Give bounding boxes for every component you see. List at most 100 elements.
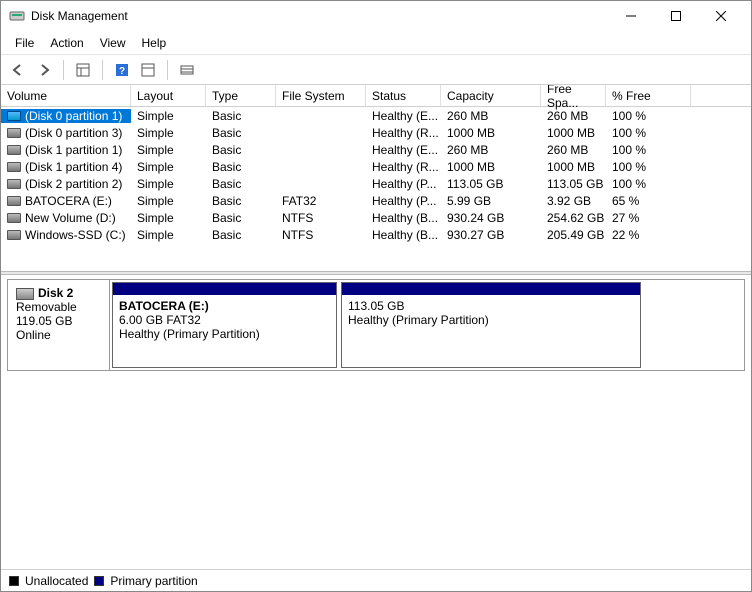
legend-primary: Primary partition	[110, 574, 197, 588]
volume-icon	[7, 145, 21, 155]
cell: 113.05 GB	[541, 177, 606, 191]
partition[interactable]: 113.05 GBHealthy (Primary Partition)	[341, 282, 641, 368]
cell: 22 %	[606, 228, 691, 242]
menu-view[interactable]: View	[92, 34, 134, 52]
cell: Windows-SSD (C:)	[1, 228, 131, 242]
cell: Simple	[131, 194, 206, 208]
volume-row[interactable]: (Disk 1 partition 1)SimpleBasicHealthy (…	[1, 141, 751, 158]
svg-text:?: ?	[119, 66, 125, 77]
cell: Simple	[131, 143, 206, 157]
cell: 260 MB	[541, 109, 606, 123]
cell: Basic	[206, 228, 276, 242]
volume-row[interactable]: Windows-SSD (C:)SimpleBasicNTFSHealthy (…	[1, 226, 751, 243]
cell: Simple	[131, 160, 206, 174]
col-capacity[interactable]: Capacity	[441, 85, 541, 106]
cell: Basic	[206, 177, 276, 191]
cell: Basic	[206, 211, 276, 225]
cell: (Disk 0 partition 3)	[1, 126, 131, 140]
volume-row[interactable]: (Disk 1 partition 4)SimpleBasic Healthy (…	[1, 158, 751, 175]
cell: Simple	[131, 228, 206, 242]
cell: (Disk 0 partition 1)	[1, 109, 131, 123]
col-layout[interactable]: Layout	[131, 85, 206, 106]
settings-button[interactable]	[137, 59, 159, 81]
cell: (Disk 1 partition 4)	[1, 160, 131, 174]
volume-icon	[7, 128, 21, 138]
cell: Healthy (R...	[366, 126, 441, 140]
partition[interactable]: BATOCERA (E:)6.00 GB FAT32Healthy (Prima…	[112, 282, 337, 368]
volume-icon	[7, 213, 21, 223]
maximize-button[interactable]	[653, 2, 698, 30]
cell: Simple	[131, 109, 206, 123]
volume-list[interactable]: Volume Layout Type File System Status Ca…	[1, 85, 751, 271]
disk-graphic-pane[interactable]: Disk 2 Removable 119.05 GB Online BATOCE…	[1, 275, 751, 383]
minimize-button[interactable]	[608, 2, 653, 30]
toolbar-sep	[102, 60, 103, 80]
cell: Healthy (P...	[366, 194, 441, 208]
cell: 1000 MB	[541, 160, 606, 174]
help-button[interactable]: ?	[111, 59, 133, 81]
partition-size: 6.00 GB FAT32	[119, 313, 330, 327]
forward-button[interactable]	[33, 59, 55, 81]
cell: 930.24 GB	[441, 211, 541, 225]
volume-row[interactable]: New Volume (D:)SimpleBasicNTFSHealthy (B…	[1, 209, 751, 226]
cell: Healthy (E...	[366, 143, 441, 157]
volume-row[interactable]: (Disk 0 partition 1)SimpleBasicHealthy (…	[1, 107, 751, 124]
cell: (Disk 1 partition 1)	[1, 143, 131, 157]
legend-swatch-primary	[94, 576, 104, 586]
disk-name: Disk 2	[38, 286, 73, 300]
cell: Healthy (B...	[366, 211, 441, 225]
volume-row[interactable]: BATOCERA (E:)SimpleBasicFAT32Healthy (P.…	[1, 192, 751, 209]
cell: 100 %	[606, 160, 691, 174]
cell: Basic	[206, 194, 276, 208]
cell: 205.49 GB	[541, 228, 606, 242]
cell: 254.62 GB	[541, 211, 606, 225]
cell: 1000 MB	[441, 160, 541, 174]
col-status[interactable]: Status	[366, 85, 441, 106]
cell: 260 MB	[541, 143, 606, 157]
cell: Basic	[206, 126, 276, 140]
cell: 3.92 GB	[541, 194, 606, 208]
cell: 100 %	[606, 177, 691, 191]
cell: Simple	[131, 177, 206, 191]
menu-action[interactable]: Action	[42, 34, 91, 52]
cell: 260 MB	[441, 109, 541, 123]
close-button[interactable]	[698, 2, 743, 30]
app-icon	[9, 8, 25, 24]
legend-unallocated: Unallocated	[25, 574, 88, 588]
cell: FAT32	[276, 194, 366, 208]
volume-row[interactable]: (Disk 0 partition 3)SimpleBasic Healthy (…	[1, 124, 751, 141]
disk-size: 119.05 GB	[16, 314, 101, 328]
menu-help[interactable]: Help	[134, 34, 175, 52]
disk-label[interactable]: Disk 2 Removable 119.05 GB Online	[8, 280, 110, 370]
cell: 260 MB	[441, 143, 541, 157]
disk-row[interactable]: Disk 2 Removable 119.05 GB Online BATOCE…	[7, 279, 745, 371]
cell: Simple	[131, 126, 206, 140]
col-free[interactable]: Free Spa...	[541, 85, 606, 106]
cell: (Disk 2 partition 2)	[1, 177, 131, 191]
volume-row[interactable]: (Disk 2 partition 2)SimpleBasic Healthy (…	[1, 175, 751, 192]
cell: Healthy (P...	[366, 177, 441, 191]
cell: Healthy (R...	[366, 160, 441, 174]
col-volume[interactable]: Volume	[1, 85, 131, 106]
disk-state: Online	[16, 328, 101, 342]
col-pctfree[interactable]: % Free	[606, 85, 691, 106]
toolbar-sep	[63, 60, 64, 80]
disk-kind: Removable	[16, 300, 101, 314]
menu-file[interactable]: File	[7, 34, 42, 52]
cell: Healthy (B...	[366, 228, 441, 242]
list-button[interactable]	[176, 59, 198, 81]
cell: NTFS	[276, 228, 366, 242]
volume-icon	[7, 230, 21, 240]
cell: Basic	[206, 160, 276, 174]
cell: 113.05 GB	[441, 177, 541, 191]
partition-status: Healthy (Primary Partition)	[348, 313, 634, 327]
show-hide-tree-button[interactable]	[72, 59, 94, 81]
partition-body: 113.05 GBHealthy (Primary Partition)	[342, 295, 640, 367]
spacer	[1, 383, 751, 569]
col-type[interactable]: Type	[206, 85, 276, 106]
cell: 100 %	[606, 109, 691, 123]
cell: 100 %	[606, 126, 691, 140]
col-filesystem[interactable]: File System	[276, 85, 366, 106]
cell: 5.99 GB	[441, 194, 541, 208]
back-button[interactable]	[7, 59, 29, 81]
